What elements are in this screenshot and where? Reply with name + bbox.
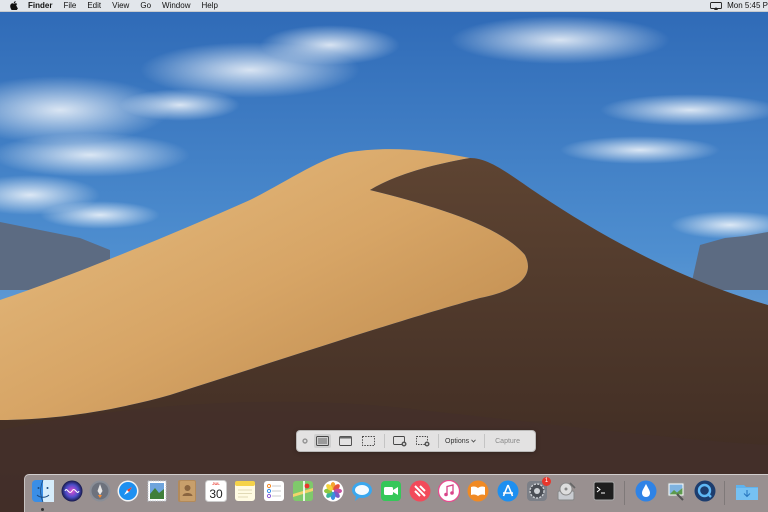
safari-icon[interactable] (116, 479, 140, 503)
options-menu-button[interactable]: Options (445, 438, 476, 445)
quicktime-icon[interactable] (693, 479, 717, 503)
toolbar-divider (484, 434, 486, 448)
messages-icon[interactable] (350, 479, 374, 503)
notification-badge: 1 (542, 477, 551, 486)
app-store-icon[interactable] (496, 479, 520, 503)
photos-icon[interactable] (321, 479, 345, 503)
toolbar-divider (384, 434, 385, 448)
launchpad-icon[interactable] (88, 479, 112, 503)
menu-file[interactable]: File (63, 0, 76, 11)
capture-selected-portion-icon[interactable] (360, 434, 377, 448)
record-selected-portion-icon[interactable] (414, 434, 431, 448)
itunes-icon[interactable] (437, 479, 461, 503)
record-entire-screen-icon[interactable] (391, 434, 408, 448)
calendar-icon[interactable]: JUL 30 (204, 479, 228, 503)
toolbar-divider (438, 434, 439, 448)
menu-view[interactable]: View (112, 0, 129, 11)
menu-bar: Finder File Edit View Go Window Help Mon… (0, 0, 768, 12)
running-indicator (41, 508, 44, 511)
options-label: Options (445, 437, 470, 445)
menu-window[interactable]: Window (162, 0, 190, 11)
menu-edit[interactable]: Edit (87, 0, 101, 11)
downloads-folder-icon[interactable] (735, 479, 759, 503)
calendar-month: JUL (212, 481, 220, 486)
dock: JUL 30 1 (24, 474, 768, 512)
menu-app-name[interactable]: Finder (28, 0, 52, 11)
system-preferences-icon[interactable]: 1 (525, 477, 551, 503)
water-drop-icon[interactable] (634, 479, 658, 503)
menu-go[interactable]: Go (140, 0, 151, 11)
terminal-icon[interactable] (592, 479, 616, 503)
maps-icon[interactable] (291, 479, 315, 503)
dock-divider (724, 481, 725, 505)
capture-selected-window-icon[interactable] (337, 434, 354, 448)
menu-clock[interactable]: Mon 5:45 P (727, 1, 768, 10)
apple-icon[interactable] (10, 1, 20, 10)
close-icon[interactable] (302, 438, 308, 444)
news-icon[interactable] (408, 479, 432, 503)
screenshot-toolbar: Options Capture (296, 430, 536, 452)
reminders-icon[interactable] (262, 479, 286, 503)
airplay-display-icon[interactable] (710, 1, 723, 10)
calendar-day: 30 (209, 487, 223, 501)
dock-divider (624, 481, 625, 505)
mail-icon[interactable] (145, 479, 169, 503)
books-icon[interactable] (466, 479, 490, 503)
finder-icon[interactable] (31, 479, 55, 503)
siri-icon[interactable] (60, 479, 84, 503)
menu-help[interactable]: Help (201, 0, 217, 11)
facetime-icon[interactable] (379, 479, 403, 503)
chevron-down-icon (471, 438, 476, 445)
preview-icon[interactable] (664, 479, 688, 503)
disk-utility-icon[interactable] (554, 479, 578, 503)
capture-entire-screen-icon[interactable] (314, 434, 331, 448)
capture-button[interactable]: Capture (495, 438, 520, 445)
menu-extras: Mon 5:45 P (710, 1, 768, 10)
contacts-icon[interactable] (175, 479, 199, 503)
notes-icon[interactable] (233, 479, 257, 503)
